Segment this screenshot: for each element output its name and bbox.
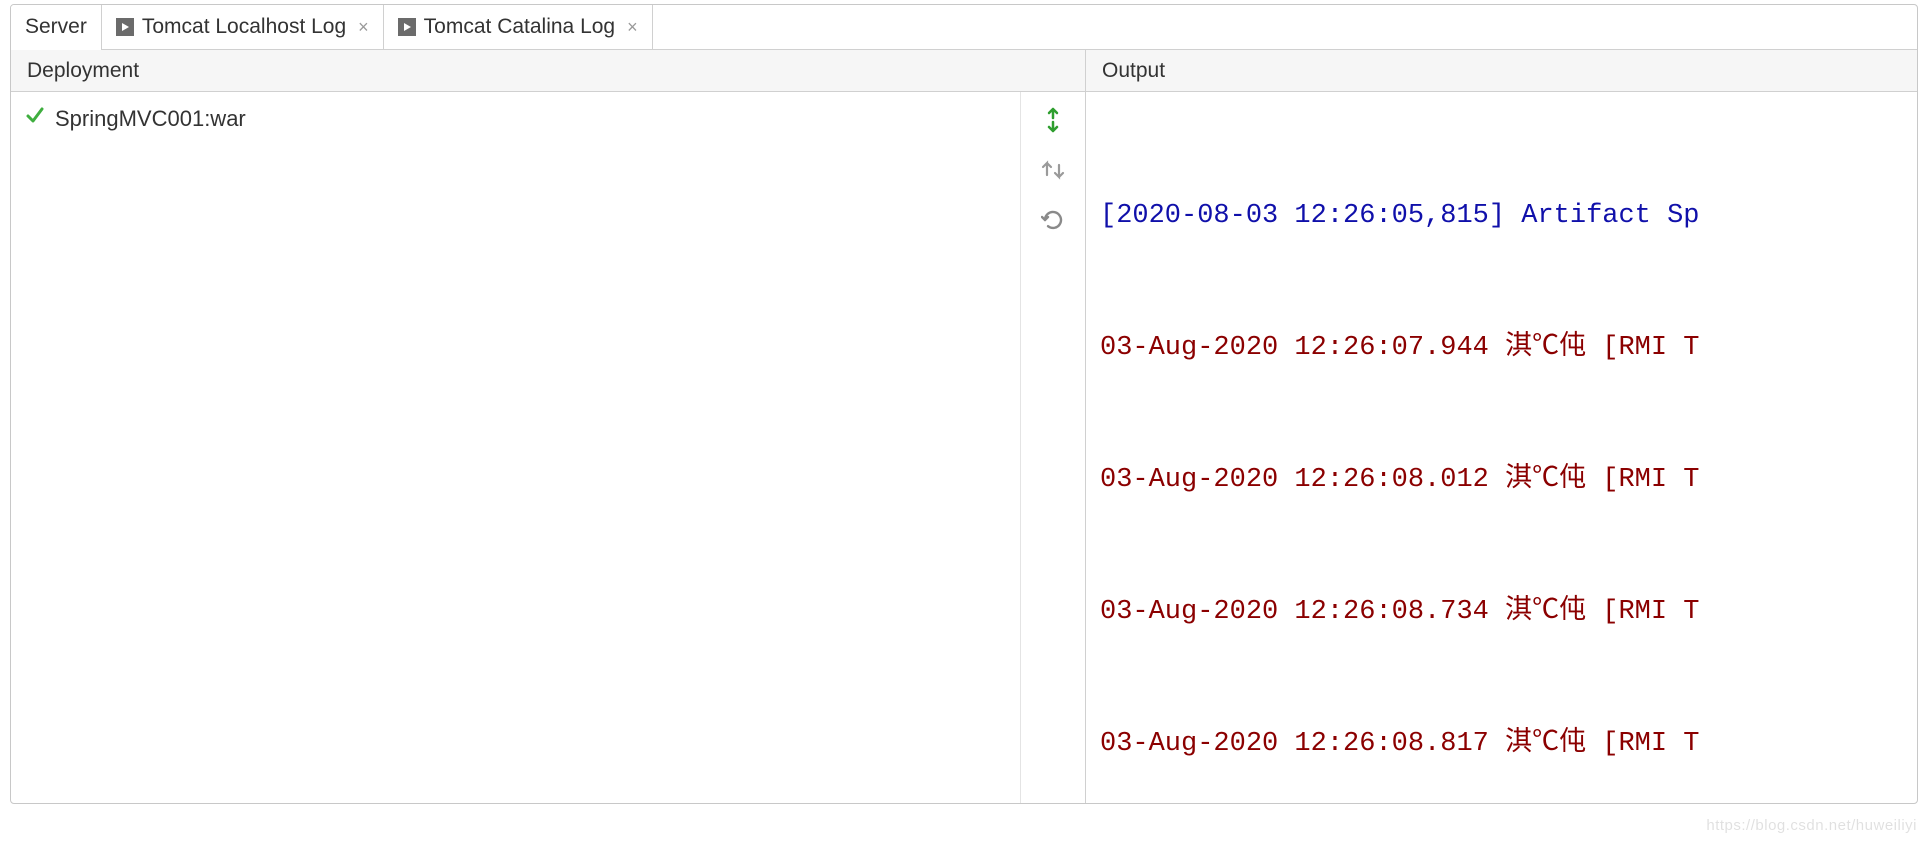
close-icon[interactable]: × (623, 17, 638, 38)
log-line: 03-Aug-2020 12:26:07.944 淇℃伅 [RMI T (1100, 326, 1907, 370)
tab-bar: Server Tomcat Localhost Log × Tomcat Cat… (11, 5, 1917, 50)
deployment-item-label: SpringMVC001:war (55, 106, 246, 132)
deployment-item[interactable]: SpringMVC001:war (11, 102, 1020, 136)
log-line: 03-Aug-2020 12:26:08.012 淇℃伅 [RMI T (1100, 458, 1907, 502)
check-icon (25, 106, 45, 132)
run-config-icon (398, 18, 416, 36)
tab-server[interactable]: Server (11, 5, 102, 50)
output-toolbar (1021, 92, 1086, 803)
output-header: Output (1086, 50, 1917, 91)
tool-window: Server Tomcat Localhost Log × Tomcat Cat… (10, 4, 1918, 804)
tab-localhost-log[interactable]: Tomcat Localhost Log × (102, 5, 384, 50)
deploy-all-button[interactable] (1039, 106, 1067, 134)
column-headers: Deployment Output (11, 50, 1917, 92)
output-header-label: Output (1102, 59, 1165, 83)
log-line: [2020-08-03 12:26:05,815] Artifact Sp (1100, 194, 1907, 238)
run-config-icon (116, 18, 134, 36)
log-line: 03-Aug-2020 12:26:08.734 淇℃伅 [RMI T (1100, 590, 1907, 634)
output-panel[interactable]: [2020-08-03 12:26:05,815] Artifact Sp 03… (1086, 92, 1917, 803)
close-icon[interactable]: × (354, 17, 369, 38)
tab-server-label: Server (25, 15, 87, 39)
tab-catalina-log[interactable]: Tomcat Catalina Log × (384, 5, 653, 50)
watermark: https://blog.csdn.net/huweiliyi (1706, 817, 1917, 834)
tab-catalina-label: Tomcat Catalina Log (424, 15, 615, 39)
deploy-button[interactable] (1039, 156, 1067, 184)
log-line: 03-Aug-2020 12:26:08.817 淇℃伅 [RMI T (1100, 722, 1907, 766)
tab-localhost-label: Tomcat Localhost Log (142, 15, 346, 39)
deployment-header: Deployment (11, 50, 1086, 91)
body: SpringMVC001:war (11, 92, 1917, 803)
deployment-panel: SpringMVC001:war (11, 92, 1021, 803)
refresh-button[interactable] (1039, 206, 1067, 234)
deployment-header-label: Deployment (27, 59, 139, 83)
